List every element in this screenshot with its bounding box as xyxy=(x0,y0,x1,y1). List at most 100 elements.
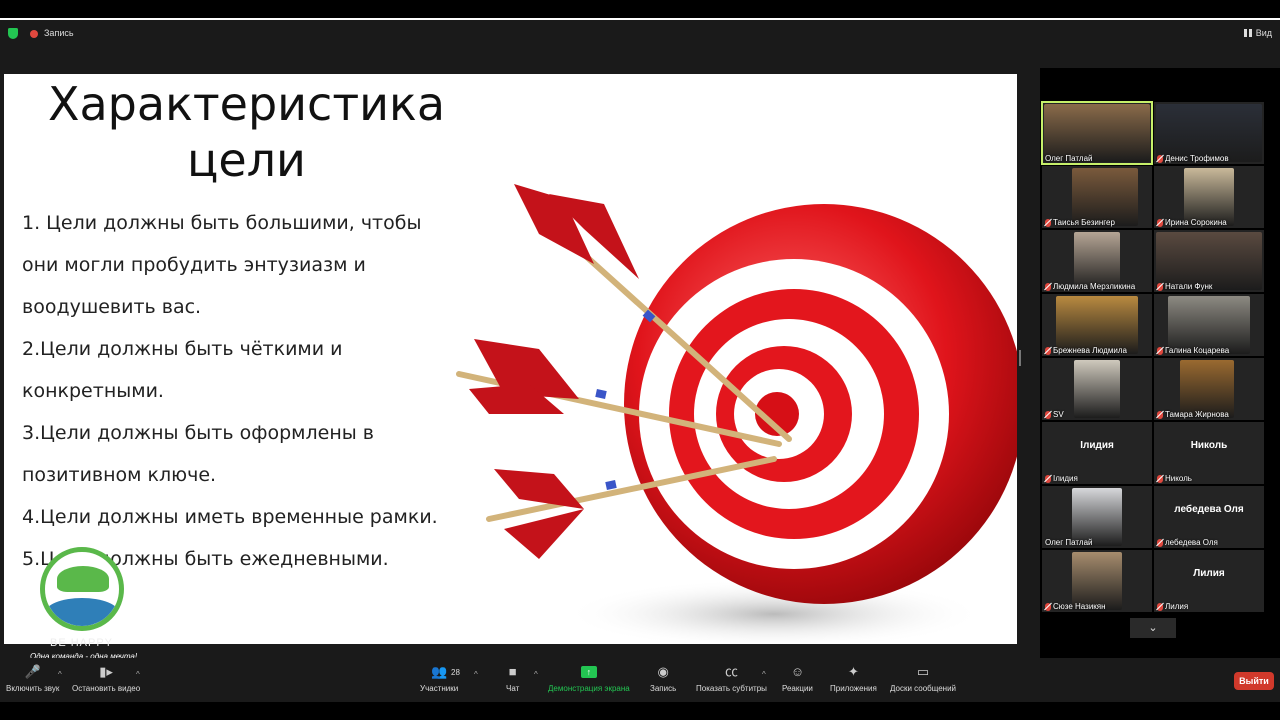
logo-leaf-icon xyxy=(57,566,109,592)
participant-name-label: Николь xyxy=(1157,474,1192,483)
muted-mic-icon xyxy=(1045,282,1051,291)
meeting-top-bar: Запись Вид xyxy=(0,20,1280,68)
share-screen-button[interactable]: ↑ Демонстрация экрана xyxy=(548,664,630,693)
participant-center-name: лебедева Оля xyxy=(1174,504,1244,515)
participant-tile[interactable]: Брежнева Людмила xyxy=(1042,294,1152,356)
chat-button[interactable]: ■ Чат xyxy=(506,664,519,693)
record-button[interactable]: ◉ Запись xyxy=(650,664,676,693)
captions-options-caret[interactable]: ^ xyxy=(762,670,766,679)
muted-mic-icon xyxy=(1157,218,1163,227)
participant-tile[interactable]: Натали Функ xyxy=(1154,230,1264,292)
participant-tile[interactable]: лебедева Оля лебедева Оля xyxy=(1154,486,1264,548)
whiteboard-icon: ▭ xyxy=(916,664,930,679)
participant-tile[interactable]: Олег Патлай xyxy=(1042,486,1152,548)
participants-label: Участники xyxy=(420,684,459,693)
participant-name-label: SV xyxy=(1045,410,1064,419)
participant-name-label: Лилия xyxy=(1157,602,1188,611)
slide-point: 1. Цели должны быть большими, чтобы они … xyxy=(22,212,422,318)
participant-center-name: Iлидия xyxy=(1080,440,1114,451)
participant-tile[interactable]: Николь Николь xyxy=(1154,422,1264,484)
slide-points: 1. Цели должны быть большими, чтобы они … xyxy=(22,202,452,580)
video-camera-icon: ▮▸ xyxy=(99,664,113,679)
participant-name: Олег Патлай xyxy=(1045,538,1093,547)
slide-title-line1: Характеристика xyxy=(47,77,446,131)
captions-button[interactable]: ㏄ Показать субтитры xyxy=(696,664,767,693)
participant-video xyxy=(1074,360,1120,418)
participant-name-label: Натали Функ xyxy=(1157,282,1212,291)
participant-tile[interactable]: SV xyxy=(1042,358,1152,420)
apps-icon: ✦ xyxy=(847,664,859,679)
unmute-button[interactable]: 🎤 Включить звук xyxy=(6,664,59,693)
participant-name: Сюзе Назикян xyxy=(1053,602,1106,611)
participant-name: Брежнева Людмила xyxy=(1053,346,1127,355)
muted-mic-icon xyxy=(1045,346,1051,355)
slide-point: 3.Цели должны быть оформлены в позитивно… xyxy=(22,422,374,486)
participant-name: Николь xyxy=(1165,474,1192,483)
panel-resize-handle[interactable] xyxy=(1019,350,1021,366)
muted-mic-icon xyxy=(1157,602,1163,611)
participant-name: Денис Трофимов xyxy=(1165,154,1229,163)
leave-button[interactable]: Выйти xyxy=(1234,672,1274,690)
participant-tile[interactable]: Людмила Мерзликина xyxy=(1042,230,1152,292)
participant-name-label: Тамара Жирнова xyxy=(1157,410,1229,419)
muted-mic-icon xyxy=(1045,474,1051,483)
cc-icon: ㏄ xyxy=(724,664,738,679)
participant-name: SV xyxy=(1053,410,1064,419)
participant-name: Олег Патлай xyxy=(1045,154,1093,163)
participant-tile[interactable]: Денис Трофимов xyxy=(1154,102,1264,164)
audio-options-caret[interactable]: ^ xyxy=(58,670,62,679)
share-screen-label: Демонстрация экрана xyxy=(548,684,630,693)
participant-tile[interactable]: Таисья Безингер xyxy=(1042,166,1152,228)
shield-icon[interactable] xyxy=(8,28,18,39)
record-label: Запись xyxy=(650,684,677,693)
participant-name-label: Галина Коцарева xyxy=(1157,346,1229,355)
participant-name-label: Олег Патлай xyxy=(1045,538,1093,547)
captions-label: Показать субтитры xyxy=(696,684,767,693)
stop-video-label: Остановить видео xyxy=(72,684,141,693)
participant-tile[interactable]: Олег Патлай xyxy=(1041,101,1153,165)
participant-tile[interactable]: Галина Коцарева xyxy=(1154,294,1264,356)
participant-tile[interactable]: Iлидия Iлидия xyxy=(1042,422,1152,484)
participant-name-label: Брежнева Людмила xyxy=(1045,346,1127,355)
view-button[interactable]: Вид xyxy=(1243,28,1272,38)
participant-name-label: Таисья Безингер xyxy=(1045,218,1115,227)
participant-center-name: Николь xyxy=(1190,440,1228,451)
participant-name: Ирина Сорокина xyxy=(1165,218,1227,227)
stop-video-button[interactable]: ▮▸ Остановить видео xyxy=(72,664,140,693)
reactions-label: Реакции xyxy=(782,684,813,693)
muted-mic-icon xyxy=(1157,474,1163,483)
participant-tile[interactable]: Лилия Лилия xyxy=(1154,550,1264,612)
participant-name-label: лебедева Оля xyxy=(1157,538,1218,547)
muted-mic-icon xyxy=(1157,538,1163,547)
participant-tile[interactable]: Ирина Сорокина xyxy=(1154,166,1264,228)
microphone-muted-icon: 🎤 xyxy=(24,664,41,679)
recording-icon xyxy=(30,30,38,38)
be-happy-logo xyxy=(36,544,132,644)
participant-name: Людмила Мерзликина xyxy=(1053,282,1136,291)
muted-mic-icon xyxy=(1045,218,1051,227)
gallery-scroll-down-button[interactable]: ⌄ xyxy=(1130,618,1176,638)
participant-name: Iлидия xyxy=(1053,474,1078,483)
logo-brand-text: BE HAPPY xyxy=(50,637,114,649)
participant-tile[interactable]: Сюзе Назикян xyxy=(1042,550,1152,612)
share-screen-icon: ↑ xyxy=(580,666,597,678)
reactions-button[interactable]: ☺ Реакции xyxy=(782,664,813,693)
whiteboards-label: Доски сообщений xyxy=(890,684,957,693)
slide-title: Характеристика цели xyxy=(44,76,449,188)
participant-name-label: Сюзе Назикян xyxy=(1045,602,1106,611)
participant-tile[interactable]: Тамара Жирнова xyxy=(1154,358,1264,420)
chat-options-caret[interactable]: ^ xyxy=(534,670,538,679)
slide-point: 4.Цели должны иметь временные рамки. xyxy=(22,506,438,528)
whiteboards-button[interactable]: ▭ Доски сообщений xyxy=(890,664,956,693)
apps-label: Приложения xyxy=(830,684,877,693)
apps-button[interactable]: ✦ Приложения xyxy=(830,664,877,693)
unmute-label: Включить звук xyxy=(6,684,60,693)
participants-options-caret[interactable]: ^ xyxy=(474,670,478,679)
participants-count: 28 xyxy=(451,668,460,677)
logo-wave-icon xyxy=(45,598,119,626)
participant-name-label: Iлидия xyxy=(1045,474,1078,483)
participant-name: Галина Коцарева xyxy=(1165,346,1230,355)
video-options-caret[interactable]: ^ xyxy=(136,670,140,679)
muted-mic-icon xyxy=(1157,346,1163,355)
participant-center-name: Лилия xyxy=(1193,568,1225,579)
